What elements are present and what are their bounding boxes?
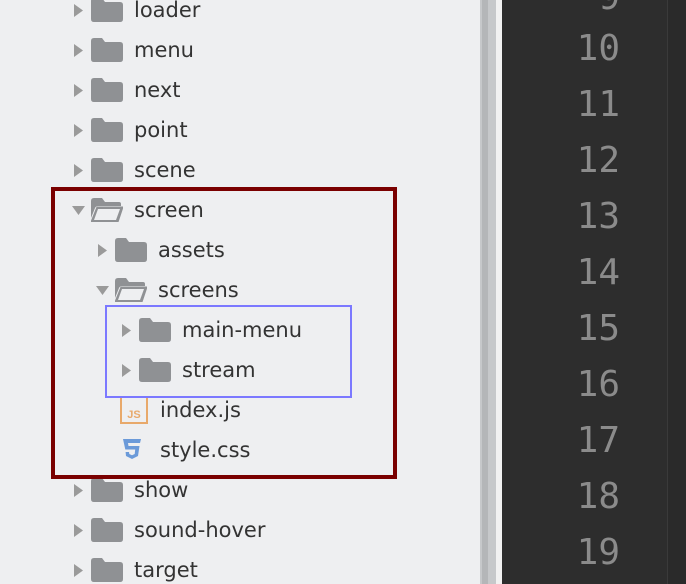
line-number: 14 [576,252,620,293]
line-number: 15 [576,308,620,349]
chevron-right-icon[interactable] [69,110,87,150]
tree-item-label: point [134,118,188,142]
chevron-right-icon[interactable] [69,70,87,110]
tree-item-label: next [134,78,181,102]
panel-resize-handle[interactable] [480,0,496,584]
tree-item-loader[interactable]: loader [69,0,200,30]
tree-item-next[interactable]: next [69,70,181,110]
line-number: 16 [576,364,620,405]
chevron-right-icon[interactable] [69,150,87,190]
folder-icon [91,30,125,70]
highlight-box-blue [105,305,352,398]
folder-icon [91,550,125,584]
line-number: 9 [598,0,620,18]
tree-item-label: show [134,478,189,502]
line-number: 11 [576,84,620,125]
tree-item-label: sound-hover [134,518,266,542]
code-editor[interactable]: 9 10 11 12 13 14 15 16 17 18 19 [502,0,686,584]
folder-icon [91,150,125,190]
folder-icon [91,110,125,150]
editor-scrollbar[interactable] [668,0,686,584]
tree-item-menu[interactable]: menu [69,30,194,70]
folder-icon [91,70,125,110]
line-number: 18 [576,476,620,517]
tree-item-label: target [134,558,198,582]
line-number: 17 [576,420,620,461]
tree-item-label: loader [134,0,201,22]
tree-item-label: menu [134,38,194,62]
tree-item-sound-hover[interactable]: sound-hover [69,510,265,550]
chevron-right-icon[interactable] [69,0,87,30]
chevron-right-icon[interactable] [69,30,87,70]
tree-item-target[interactable]: target [69,550,198,584]
folder-icon [91,510,125,550]
tree-item-point[interactable]: point [69,110,188,150]
tree-item-scene[interactable]: scene [69,150,196,190]
line-number: 13 [576,196,620,237]
chevron-right-icon[interactable] [69,510,87,550]
line-number: 19 [576,532,620,573]
file-tree-panel: loader menu next point scene screen asse… [0,0,480,584]
line-number: 12 [576,140,620,181]
chevron-right-icon[interactable] [69,550,87,584]
folder-icon [91,0,125,30]
line-number: 10 [576,28,620,69]
tree-item-label: scene [134,158,196,182]
